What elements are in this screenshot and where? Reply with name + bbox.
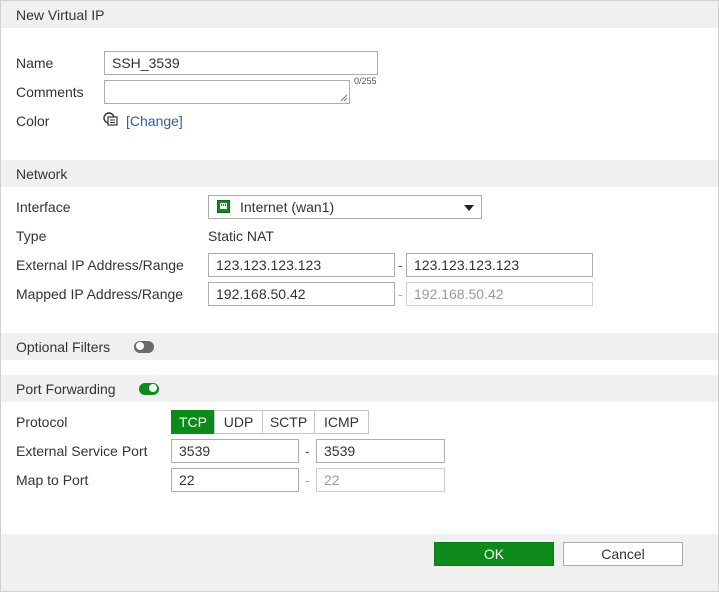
- comments-textarea[interactable]: [104, 80, 350, 104]
- optional-filters-header: Optional Filters: [1, 333, 718, 360]
- external-ip-start-input[interactable]: 123.123.123.123: [208, 253, 395, 277]
- network-port-icon: [217, 200, 230, 213]
- name-label: Name: [16, 55, 54, 71]
- protocol-icmp-button[interactable]: ICMP: [314, 410, 369, 434]
- mapped-ip-start-input[interactable]: 192.168.50.42: [208, 282, 395, 306]
- dialog-title: New Virtual IP: [1, 1, 718, 28]
- port-forwarding-header: Port Forwarding: [1, 375, 718, 402]
- range-separator: -: [305, 472, 310, 488]
- type-label: Type: [16, 228, 47, 244]
- chevron-down-icon: [464, 205, 474, 211]
- interface-select-value: Internet (wan1): [240, 199, 335, 215]
- type-value: Static NAT: [208, 228, 274, 244]
- port-forwarding-toggle[interactable]: [139, 383, 159, 395]
- interface-label: Interface: [16, 199, 71, 215]
- protocol-label: Protocol: [16, 414, 68, 430]
- protocol-udp-button[interactable]: UDP: [214, 410, 263, 434]
- map-port-end-input: 22: [316, 468, 445, 492]
- color-change-link[interactable]: [Change]: [126, 113, 183, 129]
- external-port-end-input[interactable]: 3539: [316, 439, 445, 463]
- color-palette-icon: [103, 112, 118, 126]
- protocol-sctp-button[interactable]: SCTP: [262, 410, 315, 434]
- external-port-start-input[interactable]: 3539: [171, 439, 299, 463]
- port-forwarding-label: Port Forwarding: [16, 381, 116, 397]
- name-input[interactable]: SSH_3539: [104, 51, 378, 75]
- toggle-knob: [149, 384, 157, 392]
- range-separator: -: [398, 286, 403, 302]
- network-section-header: Network: [1, 160, 718, 187]
- range-separator: -: [398, 257, 403, 273]
- map-port-start-input[interactable]: 22: [171, 468, 299, 492]
- toggle-knob: [136, 342, 144, 350]
- external-ip-label: External IP Address/Range: [16, 257, 184, 273]
- interface-select[interactable]: Internet (wan1): [208, 195, 482, 219]
- external-ip-end-input[interactable]: 123.123.123.123: [406, 253, 593, 277]
- external-port-label: External Service Port: [16, 443, 148, 459]
- optional-filters-toggle[interactable]: [134, 341, 154, 353]
- protocol-tcp-button[interactable]: TCP: [171, 410, 215, 434]
- ok-button[interactable]: OK: [434, 542, 554, 566]
- range-separator: -: [305, 443, 310, 459]
- mapped-ip-label: Mapped IP Address/Range: [16, 286, 184, 302]
- color-label: Color: [16, 113, 50, 129]
- resize-grip-icon: [340, 94, 348, 102]
- mapped-ip-end-input: 192.168.50.42: [406, 282, 593, 306]
- comments-counter: 0/255: [354, 76, 377, 86]
- comments-label: Comments: [16, 84, 84, 100]
- optional-filters-label: Optional Filters: [16, 339, 111, 355]
- cancel-button[interactable]: Cancel: [563, 542, 683, 566]
- map-port-label: Map to Port: [16, 472, 89, 488]
